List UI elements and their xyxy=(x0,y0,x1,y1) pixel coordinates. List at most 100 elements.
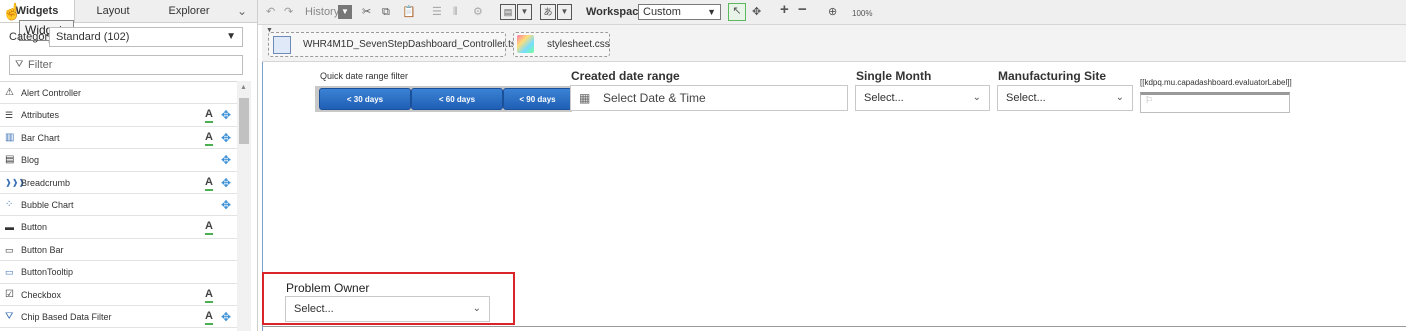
widget-label: Bubble Chart xyxy=(21,200,74,210)
blog-icon: ▤ xyxy=(5,154,15,166)
paste-icon[interactable]: 📋 xyxy=(402,5,416,19)
alert-icon: ⚠ xyxy=(5,87,14,98)
list-item[interactable]: ☰ Attributes A ✥ xyxy=(0,104,237,127)
last-90-days-button[interactable]: < 90 days xyxy=(503,88,572,110)
widget-label: Attributes xyxy=(21,110,60,121)
button-bar-icon: ▭ xyxy=(5,244,14,255)
button-icon: ▬ xyxy=(5,222,14,233)
move-icon[interactable]: ✥ xyxy=(221,127,231,149)
hand-cursor-icon: ☝ xyxy=(2,4,22,21)
style-a-icon: A xyxy=(205,130,213,146)
bubble-chart-icon: ⁘ xyxy=(5,199,14,210)
style-a-icon: A xyxy=(205,219,213,236)
history-dropdown-icon[interactable]: ▼ xyxy=(338,5,352,19)
workspace-label: Workspace xyxy=(586,6,645,18)
history-label[interactable]: History xyxy=(305,5,339,19)
list-item[interactable]: ⁘ Bubble Chart ✥ xyxy=(0,194,237,217)
single-month-label: Single Month xyxy=(856,69,932,83)
problem-owner-select[interactable]: Select... ⌄ xyxy=(285,296,490,322)
cut-icon[interactable]: ✂ xyxy=(362,5,371,19)
dropdown-arrow-icon: ▼ xyxy=(226,31,236,42)
translate-dropdown-icon[interactable]: ▼ xyxy=(557,4,572,20)
settings-icon[interactable]: ⚙ xyxy=(473,5,483,19)
widget-list: ⚠ Alert Controller ☰ Attributes A ✥ ▥ Ba… xyxy=(0,81,237,332)
zoom-level: 100% xyxy=(852,9,873,18)
move-icon[interactable]: ✥ xyxy=(221,172,231,194)
category-value: Standard (102) xyxy=(56,31,130,43)
workspace-value: Custom xyxy=(643,6,681,18)
style-a-icon: A xyxy=(205,175,213,191)
file-tab-controller[interactable]: WHR4M1D_SevenStepDashboard_Controller.ts xyxy=(268,32,516,57)
widget-label: Blog xyxy=(21,155,40,166)
list-item[interactable]: ⚠ Alert Controller xyxy=(0,82,237,105)
layout-icon[interactable]: ▤ xyxy=(500,4,516,20)
filter-input[interactable]: ⛛ Filter xyxy=(9,55,243,75)
list-item[interactable]: ▭ Button Bar xyxy=(0,239,237,262)
widget-label: Bar Chart xyxy=(21,132,60,143)
evaluator-label: [[kdpq.mu.capadashboard.evaluatorLabel]] xyxy=(1140,78,1292,87)
zoom-in-icon[interactable]: + xyxy=(780,2,789,17)
list-item[interactable]: ❱❱❱ Breadcrumb A ✥ xyxy=(0,172,237,194)
distribute-icon[interactable]: ⫴ xyxy=(453,5,458,19)
move-icon[interactable]: ✥ xyxy=(221,104,231,126)
align-icon[interactable]: ☰ xyxy=(432,5,442,19)
redo-icon[interactable]: ↷ xyxy=(284,5,293,19)
style-a-icon: A xyxy=(205,107,213,124)
list-item[interactable]: ☑ Checkbox A xyxy=(0,284,237,306)
category-select[interactable]: Standard (102) ▼ xyxy=(49,27,243,47)
widget-label: Button xyxy=(21,222,48,233)
pan-icon[interactable]: ✥ xyxy=(752,5,761,19)
move-icon[interactable]: ✥ xyxy=(221,306,231,328)
collapse-chevron-icon[interactable]: ⌄ xyxy=(228,0,256,22)
list-item[interactable]: ▤ Blog ✥ xyxy=(0,149,237,172)
widget-label: Checkbox xyxy=(21,289,62,300)
filter-placeholder: Filter xyxy=(28,59,53,71)
zoom-out-icon[interactable]: − xyxy=(798,2,807,17)
typescript-file-icon xyxy=(273,36,291,54)
move-icon[interactable]: ✥ xyxy=(221,194,231,216)
copy-icon[interactable]: ⧉ xyxy=(382,5,390,19)
single-month-value: Select... xyxy=(864,92,904,104)
style-a-icon: A xyxy=(205,287,213,303)
file-tab-stylesheet[interactable]: stylesheet.css xyxy=(513,32,610,57)
quick-filter-label: Quick date range filter xyxy=(320,71,409,81)
tab-explorer[interactable]: Explorer xyxy=(151,0,227,22)
undo-icon[interactable]: ↶ xyxy=(266,5,275,19)
list-item[interactable]: ▬ Button A xyxy=(0,216,237,239)
scrollbar-thumb[interactable] xyxy=(239,98,249,144)
widgets-panel: Widgets Layout Explorer ⌄ ☝ Widgets Cate… xyxy=(0,0,258,331)
translate-icon[interactable]: あ xyxy=(540,4,556,20)
chevron-down-icon: ⌄ xyxy=(472,303,481,314)
list-item[interactable]: ▭ ButtonTooltip xyxy=(0,261,237,284)
zoom-fit-icon[interactable]: ⊕ xyxy=(828,5,837,19)
bar-chart-icon: ▥ xyxy=(5,131,15,143)
single-month-select[interactable]: Select... ⌄ xyxy=(855,85,990,111)
breadcrumb-icon: ❱❱❱ xyxy=(5,177,26,187)
chevron-down-icon: ⌄ xyxy=(1115,92,1124,103)
last-30-days-button[interactable]: < 30 days xyxy=(319,88,411,110)
style-a-icon: A xyxy=(205,309,213,325)
widget-label: Button Bar xyxy=(21,244,64,255)
scroll-up-icon[interactable]: ▲ xyxy=(240,84,247,91)
toolbar: ↶ ↷ History ▼ ✂ ⧉ 📋 ☰ ⫴ ⚙ ▤ ▼ あ ▼ Worksp… xyxy=(258,0,1406,25)
problem-owner-label: Problem Owner xyxy=(286,281,370,295)
file-tab-label: stylesheet.css xyxy=(547,39,610,50)
dropdown-arrow-icon: ▼ xyxy=(707,7,716,17)
chevron-down-icon: ⌄ xyxy=(972,92,981,103)
checkbox-icon: ☑ xyxy=(5,288,14,300)
manufacturing-site-value: Select... xyxy=(1006,92,1046,104)
widget-label: Breadcrumb xyxy=(21,177,71,188)
evaluator-input[interactable]: ⚐ xyxy=(1140,92,1290,113)
list-item[interactable]: ⛛ Chip Based Data Filter A ✥ xyxy=(0,306,237,329)
last-60-days-button[interactable]: < 60 days xyxy=(411,88,503,110)
layout-dropdown-icon[interactable]: ▼ xyxy=(517,4,532,20)
tab-layout[interactable]: Layout xyxy=(75,0,151,22)
button-tooltip-icon: ▭ xyxy=(5,267,14,278)
widget-label: Alert Controller xyxy=(21,88,82,98)
select-tool-icon[interactable]: ↖ xyxy=(728,3,746,21)
list-item[interactable]: ▥ Bar Chart A ✥ xyxy=(0,127,237,150)
date-time-picker[interactable]: ▦ Select Date & Time xyxy=(570,85,848,111)
manufacturing-site-select[interactable]: Select... ⌄ xyxy=(997,85,1133,111)
workspace-select[interactable]: Custom ▼ xyxy=(638,4,721,20)
move-icon[interactable]: ✥ xyxy=(221,149,231,171)
